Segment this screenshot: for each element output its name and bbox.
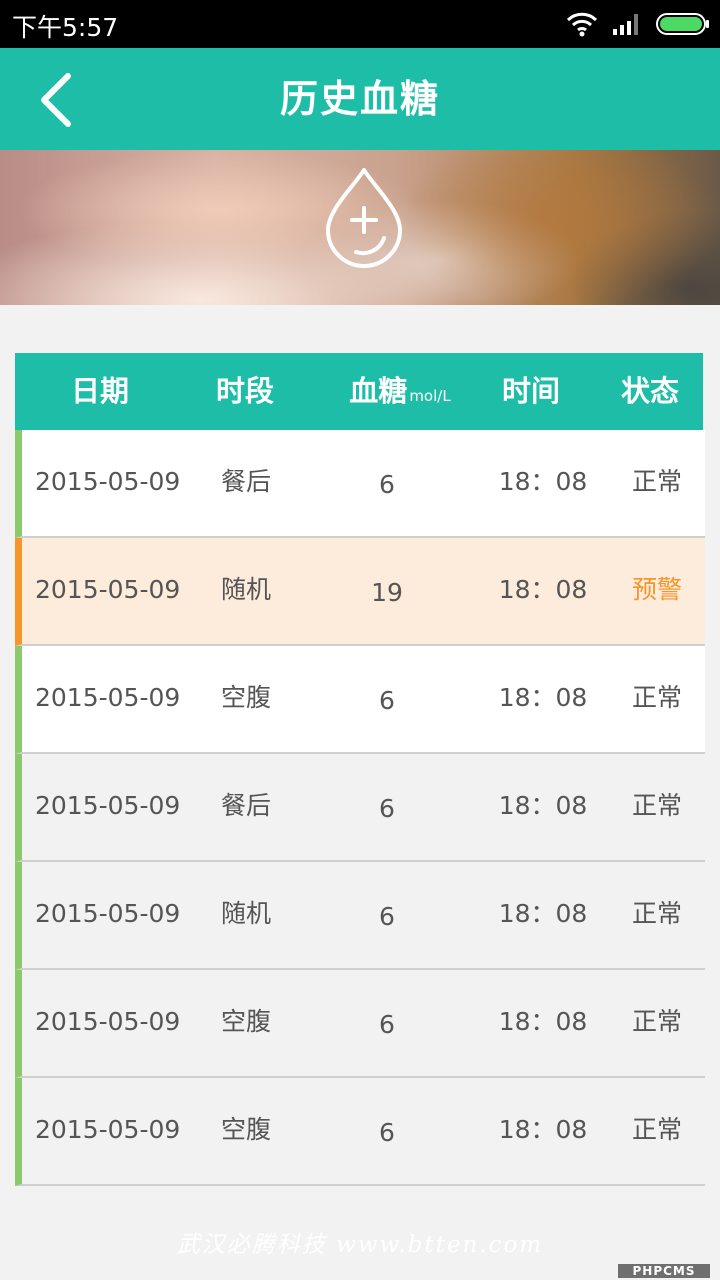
glucose-unit: mol/L	[409, 387, 451, 405]
table-row[interactable]: 2015-05-09 餐后 6 18：08 正常	[15, 430, 705, 538]
row-status: 正常	[631, 791, 682, 820]
row-date: 2015-05-09	[35, 899, 181, 928]
row-time: 18：08	[498, 575, 588, 604]
row-date: 2015-05-09	[35, 1115, 181, 1144]
row-date: 2015-05-09	[35, 791, 181, 820]
table-row[interactable]: 2015-05-09 空腹 6 18：08 正常	[15, 646, 705, 754]
row-glucose-value: 6	[379, 794, 395, 823]
row-time: 18：08	[498, 1007, 588, 1036]
row-status: 正常	[631, 1115, 682, 1144]
row-glucose-value: 6	[379, 686, 395, 715]
row-period: 随机	[220, 899, 271, 928]
wifi-icon	[566, 12, 598, 37]
glucose-label: 血糖	[349, 374, 408, 408]
row-glucose-value: 19	[371, 578, 403, 607]
row-period: 空腹	[220, 1007, 271, 1036]
row-time: 18：08	[498, 683, 588, 712]
row-period: 餐后	[220, 467, 271, 496]
status-icons	[566, 10, 710, 38]
blood-drop-plus-icon	[326, 168, 402, 268]
row-glucose-value: 6	[379, 470, 395, 499]
column-header-status: 状态	[620, 374, 679, 408]
signal-icon	[613, 14, 638, 35]
column-header-time: 时间	[501, 374, 560, 408]
status-time: 下午5:57	[12, 13, 119, 42]
row-time: 18：08	[498, 467, 588, 496]
corner-badge: PHPCMS	[618, 1264, 710, 1278]
row-date: 2015-05-09	[35, 683, 181, 712]
row-period: 空腹	[220, 683, 271, 712]
watermark-text: 武汉必腾科技 www.btten.com	[176, 1232, 544, 1258]
add-glucose-button[interactable]	[318, 164, 410, 272]
table-row[interactable]: 2015-05-09 空腹 6 18：08 正常	[15, 970, 705, 1078]
table-row[interactable]: 2015-05-09 随机 19 18：08 预警	[15, 538, 705, 646]
row-period: 餐后	[220, 791, 271, 820]
status-bar: 下午5:57	[0, 0, 720, 48]
page-title: 历史血糖	[279, 77, 440, 121]
row-time: 18：08	[498, 1115, 588, 1144]
glucose-history-table: 日期 时段 血糖 mol/L 时间 状态 2015-05-09 餐后 6 18：0…	[15, 353, 705, 1186]
column-header-period: 时段	[215, 374, 274, 408]
row-glucose-value: 6	[379, 902, 395, 931]
row-period: 随机	[220, 575, 271, 604]
row-date: 2015-05-09	[35, 575, 181, 604]
row-date: 2015-05-09	[35, 1007, 181, 1036]
battery-icon	[656, 13, 709, 35]
row-period: 空腹	[220, 1115, 271, 1144]
chevron-left-icon	[41, 73, 71, 127]
row-time: 18：08	[498, 791, 588, 820]
row-status: 正常	[631, 899, 682, 928]
table-row[interactable]: 2015-05-09 空腹 6 18：08 正常	[15, 1078, 705, 1186]
table-row[interactable]: 2015-05-09 餐后 6 18：08 正常	[15, 754, 705, 862]
row-status: 正常	[631, 467, 682, 496]
app-bar: 历史血糖	[0, 48, 720, 150]
back-button[interactable]	[26, 70, 86, 130]
row-status: 预警	[631, 575, 682, 604]
banner	[0, 150, 720, 305]
row-time: 18：08	[498, 899, 588, 928]
table-row[interactable]: 2015-05-09 随机 6 18：08 正常	[15, 862, 705, 970]
row-glucose-value: 6	[379, 1010, 395, 1039]
table-header: 日期 时段 血糖 mol/L 时间 状态	[15, 353, 703, 430]
row-glucose-value: 6	[379, 1118, 395, 1147]
column-header-date: 日期	[70, 374, 129, 408]
row-status: 正常	[631, 683, 682, 712]
row-status: 正常	[631, 1007, 682, 1036]
row-date: 2015-05-09	[35, 467, 181, 496]
column-header-glucose: 血糖 mol/L	[335, 353, 465, 430]
